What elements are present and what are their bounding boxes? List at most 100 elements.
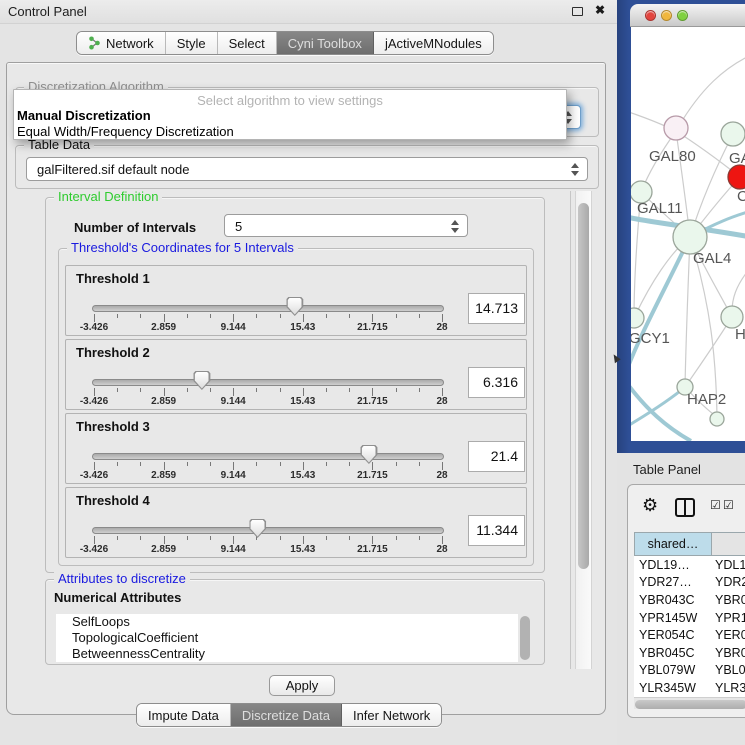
slider-tick — [442, 536, 443, 544]
slider-tick-label: 15.43 — [290, 544, 315, 555]
list-scrollbar[interactable] — [520, 616, 530, 660]
tab-cyni-toolbox[interactable]: Cyni Toolbox — [277, 32, 374, 54]
thresholds-group: Threshold's Coordinates for 5 Intervals … — [58, 248, 534, 566]
table-horizontal-scrollbar[interactable] — [634, 697, 745, 709]
close-icon[interactable]: ✖ — [595, 3, 605, 17]
top-tab-bar: Network Style Select Cyni Toolbox jActiv… — [76, 31, 494, 55]
attribute-list-item[interactable]: TopologicalCoefficient — [56, 630, 518, 646]
attribute-list-item[interactable]: BetweennessCentrality — [56, 646, 518, 662]
node-label-partial-h: H — [735, 326, 745, 343]
threshold-value-field[interactable]: 6.316 — [468, 367, 525, 398]
number-of-intervals-combobox[interactable]: 5 — [224, 214, 468, 237]
table-cell[interactable]: YDL19… — [634, 558, 712, 572]
slider-thumb[interactable] — [193, 371, 210, 390]
columns-icon[interactable] — [675, 498, 695, 517]
slider-thumb[interactable] — [249, 519, 266, 538]
panel-scrollbar-thumb[interactable] — [578, 203, 589, 569]
table-row[interactable]: YBR045CYBR0 — [634, 644, 745, 662]
checkbox-checked-icon[interactable]: ☑ — [710, 498, 721, 512]
slider-tick-label: -3.426 — [80, 322, 108, 333]
dropdown-option-manual[interactable]: Manual Discretization — [14, 108, 566, 124]
table-row[interactable]: YLR345WYLR3 — [634, 679, 745, 697]
network-icon — [88, 36, 101, 50]
threshold-4-panel: Threshold 4 -3.4262.8599.14415.4321.7152… — [65, 487, 527, 558]
node-gal80[interactable] — [664, 116, 688, 140]
node-partial-top[interactable] — [721, 122, 745, 146]
panel-scrollbar[interactable] — [575, 191, 592, 669]
slider-thumb[interactable] — [360, 445, 377, 464]
table-horizontal-scrollbar-thumb[interactable] — [635, 700, 745, 709]
gear-icon[interactable]: ⚙ — [642, 495, 658, 516]
table-cell[interactable]: YBR0 — [712, 593, 745, 607]
table-cell[interactable]: YDR2 — [712, 575, 745, 589]
close-traffic-light[interactable] — [645, 10, 656, 21]
tab-infer-network[interactable]: Infer Network — [342, 704, 441, 726]
slider-tick-label: -3.426 — [80, 470, 108, 481]
node-gcy1[interactable] — [631, 308, 644, 328]
node-label-gal80: GAL80 — [649, 148, 696, 165]
node-label-partial-red: C — [737, 188, 745, 205]
combo-stepper — [451, 220, 460, 233]
table-cell[interactable]: YDL1 — [712, 558, 745, 572]
table-cell[interactable]: YBL0 — [712, 663, 745, 677]
threshold-value-field[interactable]: 14.713 — [468, 293, 525, 324]
table-data-combobox[interactable]: galFiltered.sif default node — [26, 157, 588, 181]
control-panel-titlebar: Control Panel ✖ — [0, 0, 617, 24]
algorithm-dropdown-popup: Select algorithm to view settings Manual… — [13, 89, 567, 140]
network-window-titlebar[interactable] — [630, 4, 745, 27]
tab-style[interactable]: Style — [166, 32, 218, 54]
network-view-canvas[interactable]: GAL80 GA C GAL11 GAL4 GCY1 H HAP2 — [631, 27, 745, 441]
table-cell[interactable]: YBL079W — [634, 663, 712, 677]
table-row[interactable]: YBR043CYBR0 — [634, 591, 745, 609]
table-cell[interactable]: YLR3 — [712, 681, 745, 695]
slider-tick-label: 21.715 — [357, 322, 388, 333]
threshold-value-field[interactable]: 21.4 — [468, 441, 525, 472]
table-row[interactable]: YDL19…YDL1 — [634, 556, 745, 574]
table-cell[interactable]: YPR1 — [712, 611, 745, 625]
table-row[interactable]: YPR145WYPR1 — [634, 609, 745, 627]
tab-jactivemnodules[interactable]: jActiveMNodules — [374, 32, 493, 54]
table-rows[interactable]: YDL19…YDL1YDR27…YDR2YBR043CYBR0YPR145WYP… — [634, 556, 745, 697]
table-cell[interactable]: YBR0 — [712, 646, 745, 660]
table-cell[interactable]: YPR145W — [634, 611, 712, 625]
float-window-icon[interactable] — [572, 7, 583, 16]
node-gal4[interactable] — [673, 220, 707, 254]
node-partial-bottom[interactable] — [710, 412, 724, 426]
table-cell[interactable]: YER0 — [712, 628, 745, 642]
table-row[interactable]: YER054CYER0 — [634, 626, 745, 644]
tab-impute-data[interactable]: Impute Data — [137, 704, 231, 726]
table-cell[interactable]: YBR043C — [634, 593, 712, 607]
column-header-name[interactable]: n — [712, 532, 745, 556]
table-cell[interactable]: YDR27… — [634, 575, 712, 589]
dropdown-option-equal-width[interactable]: Equal Width/Frequency Discretization — [14, 124, 566, 140]
minimize-traffic-light[interactable] — [661, 10, 672, 21]
table-cell[interactable]: YLR345W — [634, 681, 712, 695]
slider-tick — [442, 314, 443, 322]
slider-tick-labels: -3.4262.8599.14415.4321.71528 — [94, 396, 442, 408]
table-cell[interactable]: YBR045C — [634, 646, 712, 660]
slider-tick-label: -3.426 — [80, 396, 108, 407]
tab-discretize-data[interactable]: Discretize Data — [231, 704, 342, 726]
zoom-traffic-light[interactable] — [677, 10, 688, 21]
slider-tick-label: 28 — [436, 322, 447, 333]
group-label: Attributes to discretize — [54, 571, 190, 586]
slider-tick-label: 21.715 — [357, 470, 388, 481]
slider-tick-label: 28 — [436, 396, 447, 407]
table-cell[interactable]: YER054C — [634, 628, 712, 642]
checkbox-checked-icon[interactable]: ☑ — [723, 498, 734, 512]
column-header-shared-name[interactable]: shared… — [634, 532, 712, 556]
node-partial-h[interactable] — [721, 306, 743, 328]
threshold-value-field[interactable]: 11.344 — [468, 515, 525, 546]
attribute-list-item[interactable]: SelfLoops — [56, 614, 518, 630]
node-red-selected[interactable] — [728, 165, 745, 189]
table-row[interactable]: YBL079WYBL0 — [634, 662, 745, 680]
apply-button[interactable]: Apply — [269, 675, 335, 696]
threshold-3-panel: Threshold 3 -3.4262.8599.14415.4321.7152… — [65, 413, 527, 484]
table-row[interactable]: YDR27…YDR2 — [634, 574, 745, 592]
numerical-attributes-list[interactable]: SelfLoopsTopologicalCoefficientBetweenne… — [56, 614, 518, 662]
group-label: Interval Definition — [54, 191, 162, 204]
slider-thumb[interactable] — [286, 297, 303, 316]
interval-definition-group: Interval Definition Number of Intervals … — [45, 197, 545, 573]
tab-select[interactable]: Select — [218, 32, 277, 54]
tab-network[interactable]: Network — [77, 32, 166, 54]
